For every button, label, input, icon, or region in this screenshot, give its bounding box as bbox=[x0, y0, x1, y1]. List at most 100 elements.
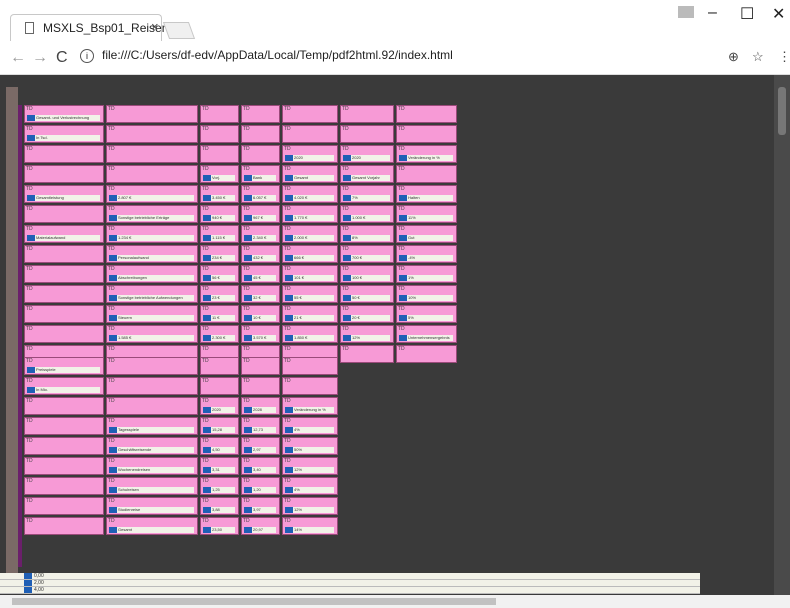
cell-field[interactable]: 12% bbox=[285, 467, 334, 473]
reload-icon[interactable]: C bbox=[56, 49, 68, 67]
cell-field[interactable]: Gesamt- und Verlustrechnung bbox=[27, 115, 100, 121]
cell-field[interactable]: 1.770 € bbox=[285, 215, 334, 221]
cell-field[interactable]: 2.340 € bbox=[244, 235, 276, 241]
cell-field[interactable]: 432 € bbox=[244, 255, 276, 261]
cell-field[interactable]: 20,97 bbox=[244, 527, 276, 533]
bookmark-star-icon[interactable]: ☆ bbox=[752, 49, 764, 65]
info-icon[interactable]: i bbox=[80, 49, 94, 63]
cell-field[interactable]: 3.450 € bbox=[203, 195, 235, 201]
cell-field[interactable]: 1,20 bbox=[244, 487, 276, 493]
cell-field[interactable]: 2.000 € bbox=[285, 235, 334, 241]
back-icon[interactable]: ← bbox=[10, 49, 26, 67]
cell-field[interactable]: 3,31 bbox=[203, 467, 235, 473]
maximize-button[interactable]: ☐ bbox=[740, 4, 754, 24]
cell-field[interactable]: Gut bbox=[399, 235, 453, 241]
new-tab-button[interactable] bbox=[162, 22, 196, 39]
cell-field[interactable]: 7% bbox=[343, 195, 390, 201]
close-window-button[interactable]: ✕ bbox=[772, 4, 785, 24]
cell-field[interactable]: 45 € bbox=[244, 275, 276, 281]
cell-field[interactable]: 21 € bbox=[285, 315, 334, 321]
cell-field[interactable]: 700 € bbox=[343, 255, 390, 261]
minimize-button[interactable]: – bbox=[708, 4, 717, 22]
cell-field[interactable]: Abschreibungen bbox=[109, 275, 194, 281]
cell-field[interactable]: 4% bbox=[285, 487, 334, 493]
address-bar[interactable]: i file:///C:/Users/df-edv/AppData/Local/T… bbox=[80, 48, 453, 63]
cell-field[interactable]: 8% bbox=[343, 235, 390, 241]
cell-field[interactable]: 2,97 bbox=[244, 447, 276, 453]
cell-field[interactable]: Veränderung in % bbox=[285, 407, 334, 413]
cell-field[interactable]: 2.300 € bbox=[203, 335, 235, 341]
cell-field[interactable]: 1.585 € bbox=[109, 335, 194, 341]
cell-field[interactable]: 4,50 bbox=[203, 447, 235, 453]
cell-field[interactable]: 11% bbox=[399, 215, 453, 221]
horizontal-scrollbar[interactable] bbox=[0, 595, 790, 608]
cell-field[interactable]: 10 € bbox=[244, 315, 276, 321]
cell-field[interactable]: In Tsd. bbox=[27, 135, 100, 141]
profile-icon[interactable] bbox=[678, 6, 694, 18]
cell-field[interactable]: 12,73 bbox=[244, 427, 276, 433]
cell-field[interactable]: 967 € bbox=[244, 215, 276, 221]
cell-field[interactable]: 23 € bbox=[203, 295, 235, 301]
cell-field[interactable]: Gesamt Vorjahr bbox=[343, 175, 390, 181]
cell-field[interactable]: 940 € bbox=[203, 215, 235, 221]
cell-field[interactable]: Personalaufwand bbox=[109, 255, 194, 261]
horizontal-scroll-thumb[interactable] bbox=[12, 598, 496, 605]
cell-field[interactable]: Unternehmensergebnis bbox=[399, 335, 453, 341]
cell-field[interactable]: 23,50 bbox=[203, 527, 235, 533]
cell-field[interactable]: 15,28 bbox=[203, 427, 235, 433]
cell-field[interactable]: 3,97 bbox=[244, 507, 276, 513]
forward-icon[interactable]: → bbox=[32, 49, 48, 67]
vertical-scrollbar[interactable] bbox=[774, 75, 790, 595]
menu-icon[interactable]: ⋮ bbox=[778, 49, 790, 65]
cell-field[interactable]: Gesamt bbox=[109, 527, 194, 533]
document-viewer[interactable]: TD Gesamt- und Verlustrechnung TD TD TD TD TD T… bbox=[0, 75, 790, 595]
cell-field[interactable]: 2020 bbox=[203, 407, 235, 413]
cell-field[interactable]: 50% bbox=[285, 447, 334, 453]
cell-field[interactable]: 12% bbox=[343, 335, 390, 341]
cell-field[interactable]: 32 € bbox=[244, 295, 276, 301]
cell-field[interactable]: Tagesspiele bbox=[109, 427, 194, 433]
cell-field[interactable]: 1.850 € bbox=[285, 335, 334, 341]
cell-field[interactable]: -4% bbox=[399, 255, 453, 261]
cell-field[interactable]: 56 € bbox=[203, 275, 235, 281]
cell-field[interactable]: 4% bbox=[285, 427, 334, 433]
cell-field[interactable]: 1% bbox=[399, 275, 453, 281]
cell-field[interactable]: Preisspiele bbox=[27, 367, 100, 373]
cell-field[interactable]: Geschäftsreisende bbox=[109, 447, 194, 453]
cell-field[interactable]: Gesamtleistung bbox=[27, 195, 100, 201]
cell-field[interactable]: Schulreisen bbox=[109, 487, 194, 493]
scroll-thumb[interactable] bbox=[778, 87, 786, 135]
cell-field[interactable]: Veränderung in % bbox=[399, 155, 453, 161]
cell-field[interactable]: 3,40 bbox=[244, 467, 276, 473]
cell-field[interactable]: Studienreise bbox=[109, 507, 194, 513]
cell-field[interactable]: 11 € bbox=[203, 315, 235, 321]
browser-tab[interactable]: MSXLS_Bsp01_Reisen.pd × bbox=[10, 14, 185, 41]
cell-field[interactable]: 3,88 bbox=[203, 507, 235, 513]
cell-field[interactable]: 1.115 € bbox=[203, 235, 235, 241]
cell-field[interactable]: 2.807 € bbox=[109, 195, 194, 201]
cell-field[interactable]: Materialaufwand bbox=[27, 235, 100, 241]
cell-field[interactable]: 14% bbox=[285, 527, 334, 533]
cell-field[interactable]: 2020 bbox=[343, 155, 390, 161]
cell-field[interactable]: 100 € bbox=[343, 275, 390, 281]
cell-field[interactable]: In Mio. bbox=[27, 387, 100, 393]
cell-field[interactable]: 20 € bbox=[343, 315, 390, 321]
cell-field[interactable]: Steuern bbox=[109, 315, 194, 321]
cell-field[interactable]: 1.234 € bbox=[109, 235, 194, 241]
cell-field[interactable]: 3.570 € bbox=[244, 335, 276, 341]
tab-close-button[interactable]: × bbox=[151, 19, 159, 34]
cell-field[interactable]: Sonstige betriebliche Aufwendungen bbox=[109, 295, 194, 301]
cell-field[interactable]: Vorj. bbox=[203, 175, 235, 181]
zoom-icon[interactable]: ⊕ bbox=[728, 49, 739, 65]
cell-field[interactable]: Wochenendreisen bbox=[109, 467, 194, 473]
cell-field[interactable]: 2020 bbox=[285, 155, 334, 161]
cell-field[interactable]: 101 € bbox=[285, 275, 334, 281]
cell-field[interactable]: Gesamt bbox=[285, 175, 334, 181]
cell-field[interactable]: Bank bbox=[244, 175, 276, 181]
cell-field[interactable]: 2028 bbox=[244, 407, 276, 413]
cell-field[interactable]: 234 € bbox=[203, 255, 235, 261]
cell-field[interactable]: 12% bbox=[285, 507, 334, 513]
cell-field[interactable]: 4.020 € bbox=[285, 195, 334, 201]
cell-field[interactable]: Sonstige betriebliche Erträge bbox=[109, 215, 194, 221]
cell-field[interactable]: 6.057 € bbox=[244, 195, 276, 201]
